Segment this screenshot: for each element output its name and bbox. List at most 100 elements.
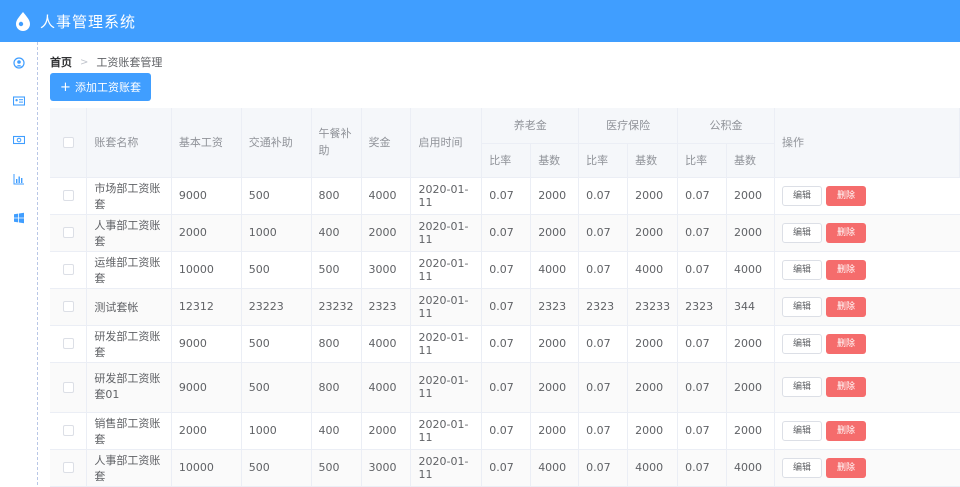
edit-button[interactable]: 编辑: [781, 377, 822, 397]
cell-m-rate: 0.07: [578, 412, 629, 450]
cell-date: 2020-01-11: [410, 251, 483, 289]
cell-traffic: 500: [241, 362, 312, 413]
app-header: 人事管理系统: [0, 0, 960, 42]
cell-m-rate: 0.07: [578, 177, 629, 215]
cell-bonus: 2000: [361, 214, 412, 252]
cell-m-rate: 2323: [578, 288, 629, 326]
row-checkbox[interactable]: [62, 338, 74, 349]
edit-button[interactable]: 编辑: [781, 222, 822, 243]
main-content: 首页 > 工资账套管理 + 添加工资账套 账套名称 基本工资 交通补助 午餐补助…: [38, 42, 960, 487]
cell-f-base: 2000: [726, 362, 775, 413]
cell-bonus: 2000: [361, 412, 412, 450]
delete-button[interactable]: 删除: [825, 457, 866, 478]
cell-p-base: 2323: [530, 288, 580, 326]
row-checkbox[interactable]: [62, 264, 74, 275]
cell-m-base: 2000: [627, 412, 679, 450]
cell-m-base: 23233: [627, 288, 679, 326]
cell-p-rate: 0.07: [481, 214, 532, 252]
cell-basic: 2000: [171, 214, 242, 252]
breadcrumb-home[interactable]: 首页: [50, 54, 72, 70]
salary-set-table: 账套名称 基本工资 交通补助 午餐补助 奖金 启用时间 养老金 医疗保险 公积金…: [50, 108, 960, 487]
cell-basic: 10000: [171, 251, 242, 289]
col-medical-rate: 比率: [578, 143, 629, 178]
select-all-checkbox[interactable]: [62, 136, 74, 148]
cell-p-rate: 0.07: [481, 412, 532, 450]
cell-lunch: 400: [311, 214, 362, 252]
cell-basic: 9000: [171, 362, 242, 413]
edit-button[interactable]: 编辑: [781, 296, 822, 317]
droplet-logo-icon: [16, 12, 30, 31]
cell-basic: 12312: [171, 288, 242, 326]
row-checkbox[interactable]: [62, 462, 74, 473]
col-start-date: 启用时间: [410, 108, 483, 178]
cell-f-rate: 0.07: [677, 251, 728, 289]
edit-button[interactable]: 编辑: [781, 457, 822, 478]
cell-p-base: 2000: [530, 177, 580, 215]
edit-button[interactable]: 编辑: [781, 259, 822, 280]
cell-p-rate: 0.07: [481, 325, 532, 363]
edit-button[interactable]: 编辑: [781, 333, 822, 354]
breadcrumb-current: 工资账套管理: [96, 56, 163, 69]
row-checkbox[interactable]: [62, 381, 74, 393]
cell-lunch: 23232: [311, 288, 362, 326]
cell-name: 运维部工资账套: [86, 251, 172, 289]
cell-f-rate: 0.07: [677, 449, 728, 487]
cell-traffic: 500: [241, 177, 312, 215]
cell-f-base: 2000: [726, 214, 775, 252]
table-header-row: 账套名称 基本工资 交通补助 午餐补助 奖金 启用时间 养老金 医疗保险 公积金…: [50, 108, 960, 178]
cell-p-rate: 0.07: [481, 288, 532, 326]
cell-name: 销售部工资账套: [86, 412, 172, 450]
cell-p-base: 2000: [530, 214, 580, 252]
chart-icon[interactable]: [13, 173, 25, 185]
delete-button[interactable]: 删除: [825, 420, 866, 441]
cell-m-rate: 0.07: [578, 449, 629, 487]
cell-f-base: 2000: [726, 177, 775, 215]
cell-p-base: 2000: [530, 362, 580, 413]
table-row: 人事部工资账套 10000 500 500 3000 2020-01-11 0.07 4000…: [50, 449, 960, 487]
col-fund: 公积金: [677, 108, 775, 144]
col-pension-base: 基数: [530, 143, 580, 178]
cell-date: 2020-01-11: [410, 177, 483, 215]
delete-button[interactable]: 删除: [825, 377, 866, 397]
cell-name: 人事部工资账套: [86, 449, 172, 487]
delete-button[interactable]: 删除: [825, 259, 866, 280]
table-row: 销售部工资账套 2000 1000 400 2000 2020-01-11 0.07 2000…: [50, 412, 960, 450]
table-row: 研发部工资账套 9000 500 800 4000 2020-01-11 0.07 2000 0…: [50, 325, 960, 363]
cell-f-rate: 2323: [677, 288, 728, 326]
cell-p-rate: 0.07: [481, 251, 532, 289]
edit-button[interactable]: 编辑: [781, 420, 822, 441]
delete-button[interactable]: 删除: [825, 222, 866, 243]
add-salary-set-button[interactable]: + 添加工资账套: [50, 73, 151, 101]
cell-basic: 2000: [171, 412, 242, 450]
delete-button[interactable]: 删除: [825, 185, 866, 206]
windows-icon[interactable]: [13, 212, 25, 224]
col-ops: 操作: [774, 108, 960, 178]
cell-m-base: 4000: [627, 251, 679, 289]
breadcrumb-separator: >: [80, 56, 89, 68]
cell-p-base: 4000: [530, 449, 580, 487]
user-icon[interactable]: [13, 57, 25, 69]
row-checkbox[interactable]: [62, 227, 74, 238]
table-row: 运维部工资账套 10000 500 500 3000 2020-01-11 0.07 4000…: [50, 251, 960, 289]
cell-lunch: 800: [311, 362, 362, 413]
id-card-icon[interactable]: [13, 95, 25, 107]
delete-button[interactable]: 删除: [825, 296, 866, 317]
cell-lunch: 500: [311, 449, 362, 487]
cell-bonus: 4000: [361, 362, 412, 413]
table-row: 测试套帐 12312 23223 23232 2323 2020-01-11 0.07 232…: [50, 288, 960, 326]
cell-p-base: 2000: [530, 325, 580, 363]
col-fund-base: 基数: [726, 143, 775, 178]
cell-f-base: 2000: [726, 412, 775, 450]
row-checkbox[interactable]: [62, 190, 74, 201]
row-checkbox[interactable]: [62, 301, 74, 312]
money-icon[interactable]: [13, 134, 25, 146]
cell-date: 2020-01-11: [410, 362, 483, 413]
cell-date: 2020-01-11: [410, 214, 483, 252]
cell-traffic: 1000: [241, 214, 312, 252]
cell-basic: 9000: [171, 325, 242, 363]
col-medical-base: 基数: [627, 143, 679, 178]
row-checkbox[interactable]: [62, 425, 74, 436]
edit-button[interactable]: 编辑: [781, 185, 822, 206]
plus-icon: +: [60, 79, 71, 95]
delete-button[interactable]: 删除: [825, 333, 866, 354]
